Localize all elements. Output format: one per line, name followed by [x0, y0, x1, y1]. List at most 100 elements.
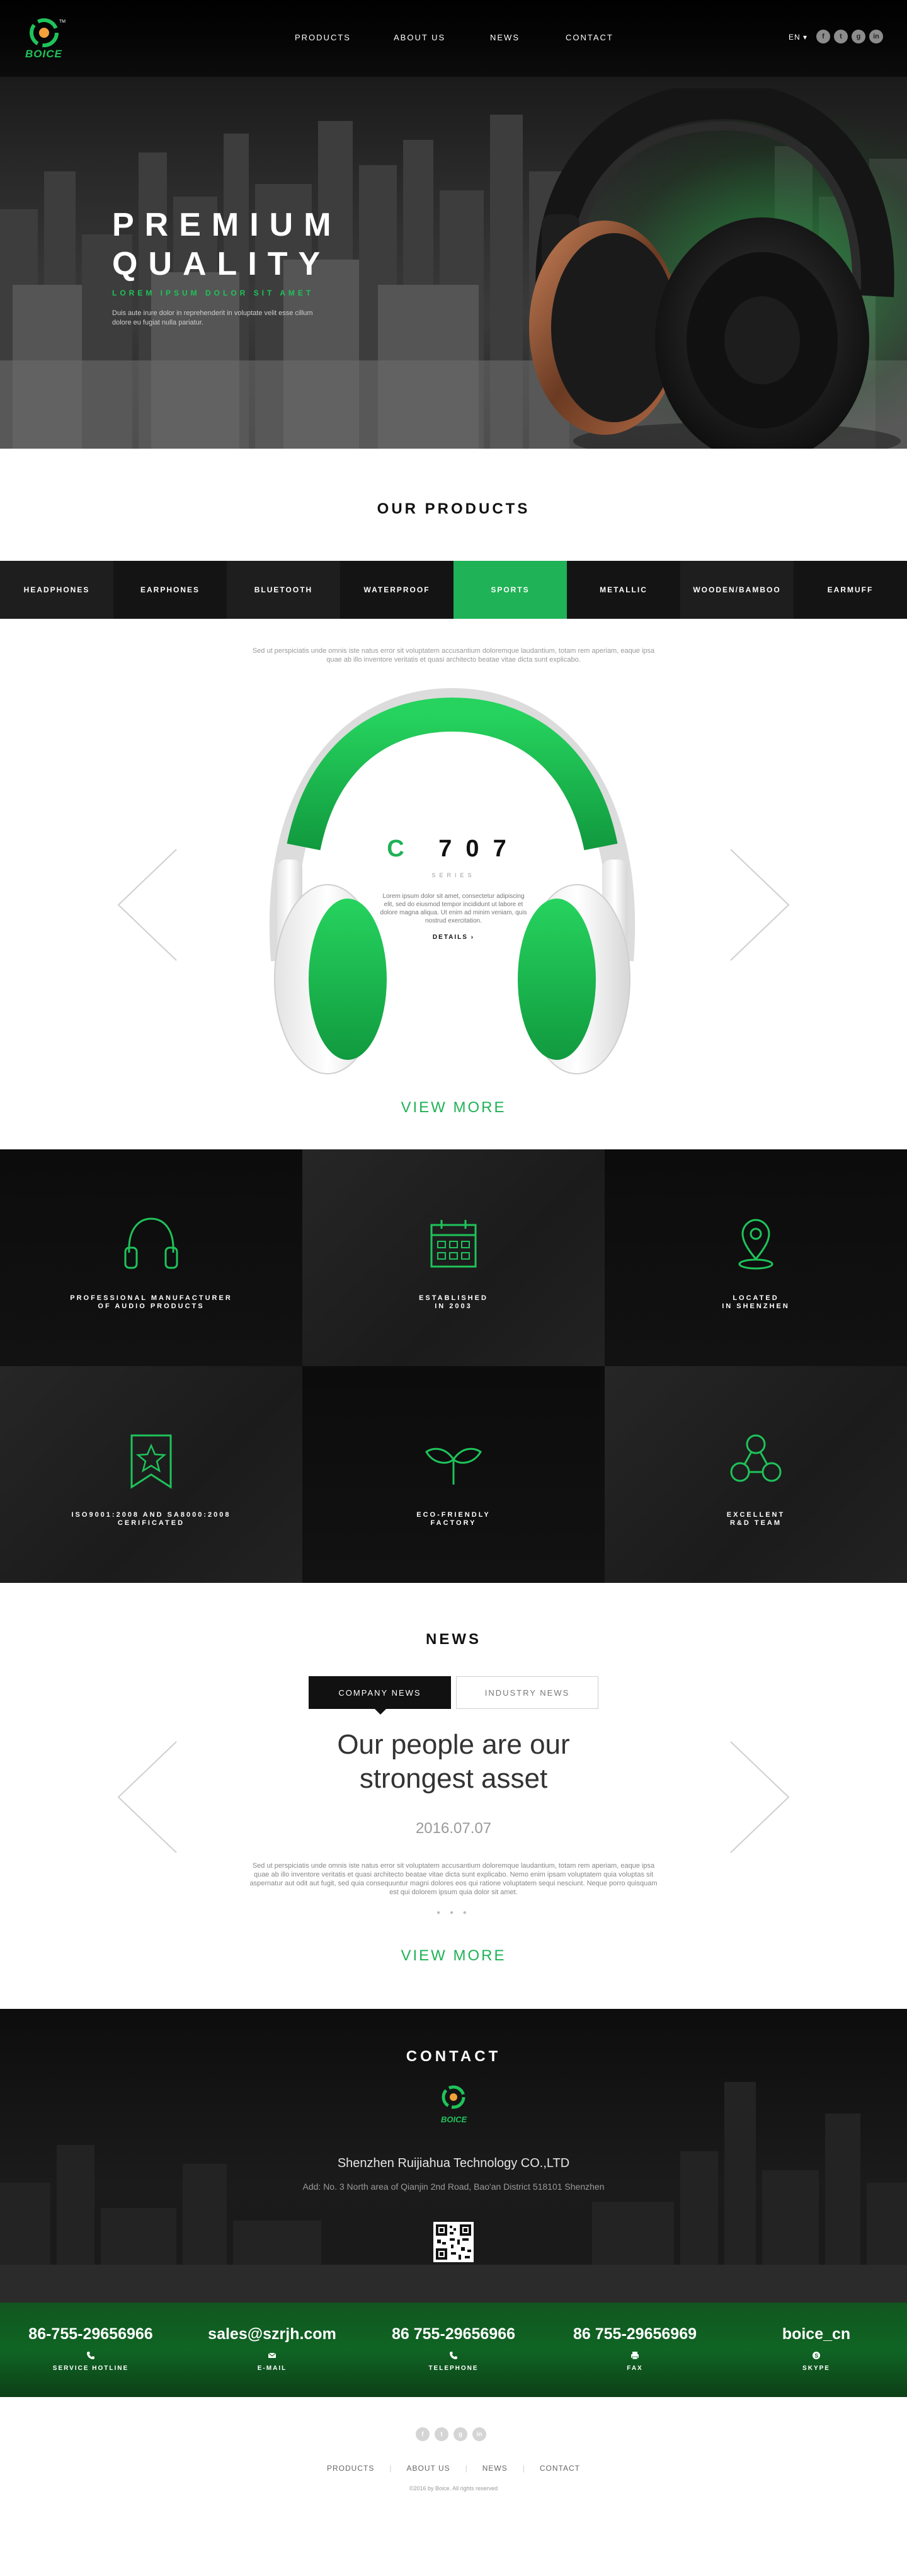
news-date: 2016.07.07 — [415, 1820, 492, 1837]
feature-manufacturer: PROFESSIONAL MANUFACTURER OF AUDIO PRODU… — [0, 1149, 302, 1366]
linkedin-icon[interactable]: in — [869, 30, 883, 43]
feature-label-line2: R&D TEAM — [729, 1519, 782, 1527]
contact-info-bar: 86-755-29656966 SERVICE HOTLINE sales@sz… — [0, 2303, 907, 2397]
team-icon — [730, 1434, 782, 1482]
products-section: OUR PRODUCTS HEADPHONES EARPHONES BLUETO… — [0, 500, 907, 1149]
main-nav: PRODUCTS ABOUT US NEWS CONTACT — [295, 33, 641, 42]
linkedin-icon[interactable]: in — [472, 2427, 486, 2441]
contact-label: E-MAIL — [257, 2365, 287, 2372]
contact-label: SERVICE HOTLINE — [52, 2365, 129, 2372]
footer-nav-about-us[interactable]: ABOUT US — [406, 2464, 450, 2473]
footer-nav-separator: | — [522, 2464, 525, 2473]
category-tab-sports[interactable]: SPORTS — [454, 561, 567, 619]
carousel-prev-arrow-icon[interactable] — [116, 848, 179, 962]
product-details-link[interactable]: DETAILS › — [0, 934, 907, 941]
category-tab-bluetooth[interactable]: BLUETOOTH — [227, 561, 340, 619]
svg-text:S: S — [814, 2353, 818, 2359]
hero-title-line-2: QUALITY — [112, 246, 331, 282]
contact-label: TELEPHONE — [428, 2365, 479, 2372]
contact-logo-text: BOICE — [441, 2115, 467, 2124]
news-section: NEWS COMPANY NEWS INDUSTRY NEWS Our peop… — [0, 1631, 907, 2009]
certificate-star-icon — [130, 1434, 172, 1489]
mail-icon — [268, 2352, 277, 2358]
hero-subtitle: LOREM IPSUM DOLOR SIT AMET — [112, 289, 314, 297]
facebook-icon[interactable]: f — [416, 2427, 430, 2441]
contact-value[interactable]: boice_cn — [782, 2325, 850, 2343]
calendar-icon — [430, 1220, 477, 1268]
footer-nav-separator: | — [389, 2464, 392, 2473]
feature-label-line2: FACTORY — [430, 1519, 477, 1527]
footer-social-links: f t g in — [416, 2427, 486, 2441]
top-navigation-bar: TM BOICE PRODUCTS ABOUT US NEWS CONTACT … — [0, 0, 907, 77]
company-name: Shenzhen Ruijiahua Technology CO.,LTD — [337, 2156, 570, 2170]
news-pagination-dots[interactable]: ● ● ● — [0, 1909, 907, 1916]
google-plus-icon[interactable]: g — [852, 30, 865, 43]
contact-title: CONTACT — [406, 2048, 501, 2065]
phone-icon — [450, 2352, 457, 2359]
facebook-icon[interactable]: f — [816, 30, 830, 43]
contact-service-hotline: 86-755-29656966 SERVICE HOTLINE — [0, 2303, 181, 2397]
feature-team: EXCELLENT R&D TEAM — [605, 1366, 907, 1583]
feature-label-line2: IN SHENZHEN — [722, 1302, 790, 1310]
company-address: Add: No. 3 North area of Qianjin 2nd Roa… — [302, 2182, 605, 2192]
news-title: NEWS — [426, 1631, 481, 1648]
contact-label: SKYPE — [802, 2365, 830, 2372]
carousel-next-arrow-icon[interactable] — [728, 848, 791, 962]
google-plus-icon[interactable]: g — [454, 2427, 467, 2441]
contact-value[interactable]: 86 755-29656966 — [392, 2325, 515, 2343]
feature-label-line1: PROFESSIONAL MANUFACTURER — [70, 1294, 232, 1302]
contact-value[interactable]: sales@szrjh.com — [208, 2325, 336, 2343]
logo-text[interactable]: BOICE — [25, 48, 62, 60]
contact-skype: boice_cn S SKYPE — [726, 2303, 907, 2397]
category-tab-earphones[interactable]: EARPHONES — [113, 561, 227, 619]
category-tab-metallic[interactable]: METALLIC — [567, 561, 680, 619]
nav-contact[interactable]: CONTACT — [566, 33, 641, 42]
feature-label-line1: ESTABLISHED — [419, 1294, 488, 1302]
tab-industry-news[interactable]: INDUSTRY NEWS — [456, 1676, 598, 1709]
category-tab-waterproof[interactable]: WATERPROOF — [340, 561, 454, 619]
feature-label-line1: ECO-FRIENDLY — [416, 1511, 491, 1519]
category-tab-wooden-bamboo[interactable]: WOODEN/BAMBOO — [680, 561, 794, 619]
tab-company-news[interactable]: COMPANY NEWS — [309, 1676, 451, 1715]
news-headline-line-1: Our people are our — [337, 1729, 570, 1760]
footer-nav-separator: | — [465, 2464, 467, 2473]
copyright-text: ©2016 by Boice. All rights reserved — [409, 2485, 498, 2492]
skype-icon: S — [813, 2352, 820, 2359]
feature-label-line1: EXCELLENT — [726, 1511, 785, 1519]
footer-nav-contact[interactable]: CONTACT — [540, 2464, 580, 2473]
features-grid: PROFESSIONAL MANUFACTURER OF AUDIO PRODU… — [0, 1149, 907, 1583]
footer-nav-news[interactable]: NEWS — [482, 2464, 508, 2473]
nav-about-us[interactable]: ABOUT US — [394, 33, 490, 42]
news-carousel: Our people are our strongest asset 2016.… — [0, 1709, 907, 2009]
language-selector[interactable]: EN ▾ — [789, 33, 807, 42]
news-view-more-link[interactable]: VIEW MORE — [0, 1947, 907, 1965]
qr-code-icon — [433, 2222, 474, 2262]
footer-nav-products[interactable]: PRODUCTS — [327, 2464, 374, 2473]
category-bar: HEADPHONES EARPHONES BLUETOOTH WATERPROO… — [0, 561, 907, 619]
category-tab-headphones[interactable]: HEADPHONES — [0, 561, 113, 619]
contact-label: FAX — [627, 2365, 643, 2372]
category-tab-earmuff[interactable]: EARMUFF — [794, 561, 907, 619]
headphones-icon — [124, 1217, 178, 1269]
location-pin-icon — [738, 1219, 773, 1270]
leaf-sprout-icon — [425, 1447, 482, 1485]
nav-products[interactable]: PRODUCTS — [295, 33, 394, 42]
contact-value[interactable]: 86 755-29656969 — [573, 2325, 697, 2343]
nav-news[interactable]: NEWS — [490, 33, 566, 42]
contact-value[interactable]: 86-755-29656966 — [28, 2325, 152, 2343]
twitter-icon[interactable]: t — [435, 2427, 448, 2441]
feature-label-line2: IN 2003 — [435, 1302, 472, 1310]
hero-description: Duis aute irure dolor in reprehenderit i… — [112, 309, 313, 326]
feature-established: ESTABLISHED IN 2003 — [302, 1149, 605, 1366]
news-body: Sed ut perspiciatis unde omnis iste natu… — [249, 1862, 658, 1896]
feature-label-line2: OF AUDIO PRODUCTS — [98, 1302, 205, 1310]
news-headline: Our people are our strongest asset — [0, 1728, 907, 1796]
header-social-links: f t g in — [816, 30, 883, 43]
hero-headphones-image — [529, 88, 901, 449]
twitter-icon[interactable]: t — [834, 30, 848, 43]
news-tabs: COMPANY NEWS INDUSTRY NEWS — [0, 1676, 907, 1715]
products-view-more-link[interactable]: VIEW MORE — [0, 1099, 907, 1117]
contact-email: sales@szrjh.com E-MAIL — [181, 2303, 363, 2397]
contact-fax: 86 755-29656969 FAX — [544, 2303, 726, 2397]
feature-label-line1: LOCATED — [733, 1294, 779, 1302]
